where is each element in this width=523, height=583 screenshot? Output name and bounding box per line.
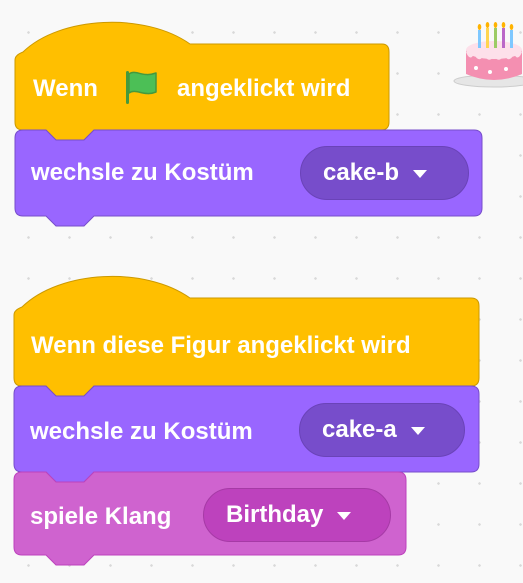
dropdown-caret-icon [337,512,352,520]
sound-dropdown[interactable]: Birthday [203,488,391,542]
sound-dropdown-value: Birthday [226,501,324,528]
code-workspace[interactable]: Wenn angeklickt wird wechsle zu Kostüm c… [0,0,523,583]
play-sound-label: spiele Klang [30,503,172,530]
birthday-cake-icon[interactable] [452,22,523,88]
